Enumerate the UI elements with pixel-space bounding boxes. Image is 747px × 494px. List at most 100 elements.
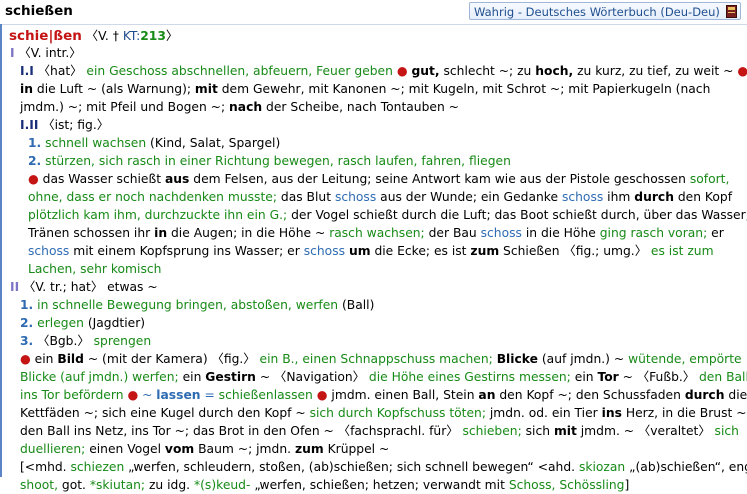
entry-text: den Kopf: [673, 190, 733, 204]
section-1-2: I.II 〈ist; fig.〉: [20, 116, 109, 134]
entry-text: Krüppel ~: [323, 442, 390, 456]
entry-text: Gestirn: [205, 370, 256, 384]
entry-text: zu kurz, zu tief, zu weit ~: [573, 64, 738, 78]
entry-text: II: [10, 280, 20, 294]
entry-text: Blicke (auf jmdn.) werfen;: [20, 370, 179, 384]
entry-text: nach: [229, 100, 263, 114]
entry-text: 1.: [28, 136, 42, 150]
entry-text: in: [20, 82, 33, 96]
entry-text: in die Höhe: [521, 226, 600, 240]
entry-text: ~ 〈Navigation〉: [255, 370, 369, 384]
entry-text: 2.: [20, 316, 34, 330]
entry-text: schnell wachsen: [45, 136, 147, 150]
entry-text: sich: [714, 424, 739, 438]
entry-text: mit: [553, 424, 577, 438]
example-line: ohne, dass er noch nachdenken musste; da…: [28, 188, 732, 206]
entry-text: duellieren;: [20, 442, 86, 456]
sense-line: 2. erlegen (Jagdtier): [20, 314, 145, 332]
entry-text: ging rasch voran;: [599, 226, 708, 240]
entry-text: das Blut: [276, 190, 335, 204]
example-line: Lachen, sehr komisch: [28, 260, 161, 278]
entry-text: got.: [57, 478, 90, 492]
dictionary-selector[interactable]: Wahrig - Deutsches Wörterbuch (Deu-Deu): [469, 2, 741, 20]
entry-text: *skiutan;: [89, 478, 146, 492]
entry-text: die Augen; in die Höhe ~: [167, 226, 330, 240]
entry-text: hoch,: [535, 64, 574, 78]
entry-text: in: [154, 226, 168, 240]
entry-head: schie|ßen 〈V. † KT:213〉: [9, 27, 178, 45]
sense-line: 3. 〈Bgb.〉 sprengen: [20, 332, 151, 350]
link-schoss[interactable]: Schoss, Schössling: [509, 478, 625, 492]
example-line: ● das Wasser schießt aus dem Felsen, aus…: [28, 170, 729, 188]
etymology-line: shoot, got. *skiutan; zu idg. *(s)keud- …: [20, 476, 629, 494]
entry-text: ●: [737, 64, 747, 78]
entry-text: Lachen, sehr komisch: [28, 262, 162, 276]
entry-text: ein: [30, 352, 58, 366]
entry-text: skiozan: [578, 460, 626, 474]
entry-text: Baum ~; jmdn.: [194, 442, 295, 456]
entry-text: schoss: [561, 190, 604, 204]
entry-text: 〈hat〉: [33, 64, 87, 78]
entry-text: shoot,: [20, 478, 58, 492]
headword-title: schießen: [5, 3, 73, 19]
entry-text: Bild: [57, 352, 84, 366]
entry-text: ●: [127, 388, 139, 402]
entry-text: (Jagdtier): [83, 316, 146, 330]
entry-text: schoss: [28, 244, 70, 258]
example-line: schoss mit einem Kopfsprung ins Wasser; …: [28, 242, 714, 260]
entry-text: ihm: [603, 190, 635, 204]
entry-text: jmdm. einen Ball, Stein: [327, 388, 479, 402]
entry-text: Schießen 〈fig.; umg.〉: [499, 244, 651, 258]
entry-text: Kettfäden ~; sich eine Kugel durch den K…: [20, 406, 310, 420]
entry-text: die: [724, 388, 747, 402]
entry-text: schieben;: [462, 424, 522, 438]
entry-text: die Ecke; es ist: [370, 244, 471, 258]
entry-text: das Wasser schießt: [38, 172, 165, 186]
entry-text: der Bau: [424, 226, 481, 240]
entry-text: (Kind, Salat, Spargel): [146, 136, 281, 150]
link-schiessenlassen[interactable]: schießenlassen: [219, 388, 313, 402]
etymology-line: [<mhd. schiezen „werfen, schleudern, sto…: [20, 458, 747, 476]
entry-text: Tränen schossen ihr: [28, 226, 155, 240]
section-roman-1: I 〈V. intr.〉: [10, 44, 82, 62]
headword-end: ßen: [53, 28, 82, 44]
example-line: den Ball ins Netz, ins Tor ~; das Brot i…: [20, 422, 739, 440]
entry-text: mit einem Kopfsprung ins Wasser; er: [69, 244, 304, 258]
entry-text: wütende, empörte: [628, 352, 742, 366]
entry-text: „(ab)schießen“, engl.: [625, 460, 747, 474]
entry-text: die Luft ~ (als Warnung);: [32, 82, 195, 96]
entry-text: Herz, in die Brust ~;: [621, 406, 747, 420]
sense-line: I.I 〈hat〉 ein Geschoss abschnellen, abfe…: [20, 62, 747, 80]
section-roman-2: II 〈V. tr.; hat〉 etwas ~: [10, 278, 158, 296]
entry-text: an: [478, 388, 496, 402]
entry-text: der Scheibe, nach Tontauben ~: [262, 100, 459, 114]
entry-text: aus der Wunde; ein Gedanke: [376, 190, 562, 204]
entry-text: „werfen, schießen; hetzen; verwandt mit: [250, 478, 509, 492]
entry-text: schoss: [480, 226, 522, 240]
entry-text: I.II: [20, 118, 39, 132]
entry-text: ]: [624, 478, 630, 492]
entry-text: 〈Bgb.〉: [33, 334, 94, 348]
entry-text: ~ (mit der Kamera) 〈fig.〉: [83, 352, 260, 366]
entry-text: zum: [470, 244, 500, 258]
entry-text: (Ball): [338, 298, 375, 312]
sense-line: 2. stürzen, sich rasch in einer Richtung…: [28, 152, 511, 170]
entry-text: ein B., einen Schnappschuss machen;: [259, 352, 493, 366]
entry-text: ein Geschoss abschnellen, abfeuern, Feue…: [86, 64, 393, 78]
entry-text: sprengen: [93, 334, 152, 348]
sense-line: jmdm.) ~; mit Pfeil und Bogen ~; nach de…: [20, 98, 459, 116]
example-line: plötzlich kam ihm, durchzuckte ihn ein G…: [28, 206, 747, 224]
entry-text: 〈V. tr.; hat〉 etwas ~: [19, 280, 158, 294]
entry-text: stürzen, sich rasch in einer Richtung be…: [45, 154, 511, 168]
link-lassen[interactable]: lassen: [156, 388, 200, 402]
entry-text: ●: [316, 388, 328, 402]
entry-text: den Kopf ~; den Schussfaden: [495, 388, 685, 402]
entry-text: dem Gewehr, mit Kanonen ~; mit Kugeln, m…: [217, 82, 711, 96]
entry-text: Tor: [597, 370, 619, 384]
entry-text: 1.: [20, 298, 34, 312]
entry-text: um: [348, 244, 371, 258]
entry-text: jmdn. od. ein Tier: [485, 406, 602, 420]
entry-text: ein: [570, 370, 598, 384]
entry-text: einen Vogel: [85, 442, 165, 456]
entry-text: sich: [521, 424, 554, 438]
